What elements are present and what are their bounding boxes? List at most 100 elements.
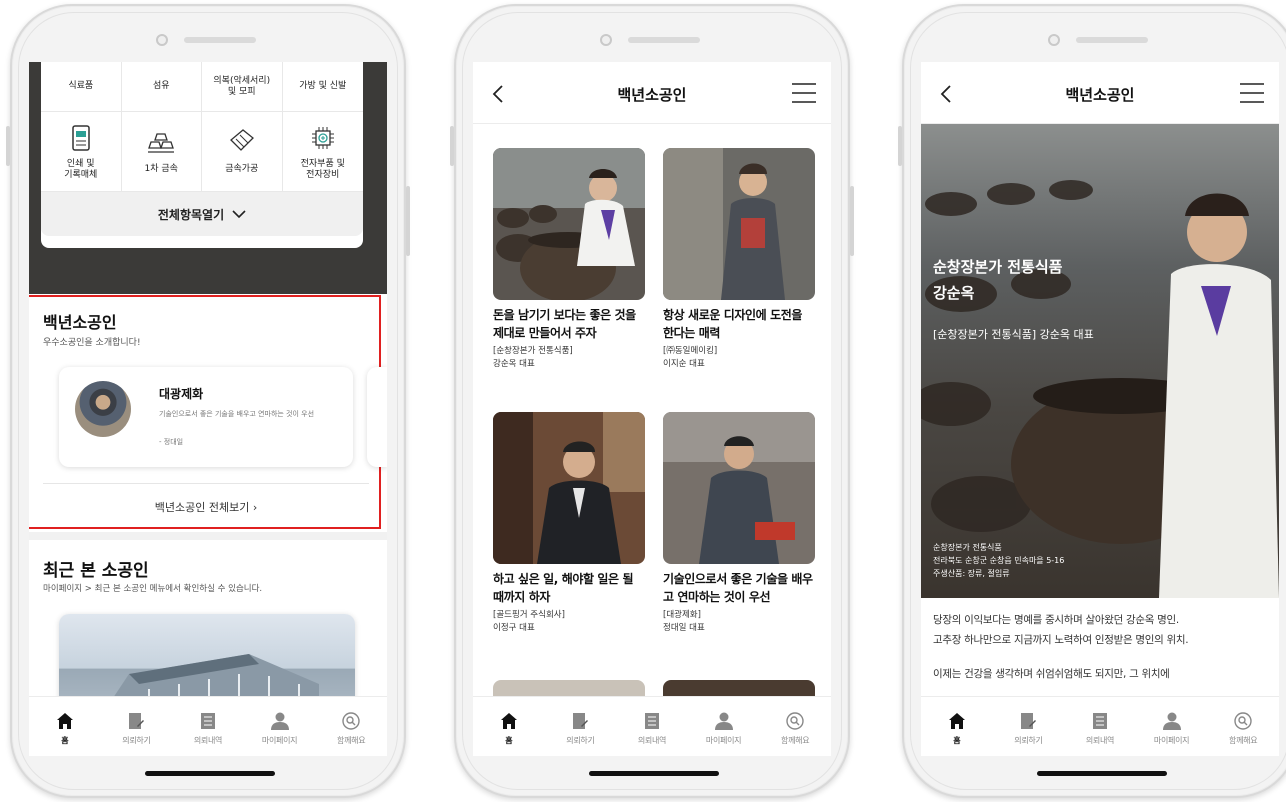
nav-label: 홈 (61, 736, 69, 745)
home-indicator (589, 771, 719, 776)
avatar (75, 381, 131, 437)
craftsman-card[interactable]: 하고 싶은 일, 해야할 일은 될 때까지 하자 [골드핑거 주식회사] 이정구… (493, 412, 645, 633)
side-button (6, 126, 10, 166)
bottom-navigation: 홈 의뢰하기 의뢰내역 마이페이지 함께해요 (921, 696, 1279, 756)
recent-craftsman-card[interactable] (59, 614, 355, 696)
nav-mypage[interactable]: 마이페이지 (1142, 711, 1202, 746)
phone-frame-1: 식료품 섬유 의복(악세서리) 및 모피 가방 및 신발 인쇄 및 기록매체 1… (6, 4, 410, 798)
home-icon (948, 713, 965, 729)
edit-doc-icon (1021, 713, 1037, 729)
nav-request[interactable]: 의뢰하기 (550, 711, 610, 746)
nav-history[interactable]: 의뢰내역 (622, 711, 682, 746)
category-panel: 식료품 섬유 의복(악세서리) 및 모피 가방 및 신발 인쇄 및 기록매체 1… (41, 62, 363, 248)
craftsman-shop: [순창장본가 전통식품] (493, 346, 573, 356)
paragraph-line: 고추장 하나만으로 지금까지 노력하여 인정받은 명인의 위치. (933, 634, 1189, 646)
metal-bars-icon (148, 133, 175, 153)
detail-description: 당장의 이익보다는 명예를 중시하며 살아왔던 강순옥 명인. 고추장 하나만으… (933, 610, 1273, 684)
nav-label: 의뢰하기 (566, 736, 595, 745)
person-icon (1162, 712, 1181, 730)
craftsman-shop: [골드핑거 주식회사] (493, 610, 565, 620)
metal-process-icon (229, 129, 254, 151)
list-doc-icon (200, 713, 215, 729)
nav-label: 의뢰내역 (637, 736, 667, 745)
category-clothing[interactable]: 의복(악세서리) 및 모피 (202, 62, 283, 112)
building-image (114, 654, 319, 696)
home-screen: 식료품 섬유 의복(악세서리) 및 모피 가방 및 신발 인쇄 및 기록매체 1… (29, 62, 387, 696)
nav-home[interactable]: 홈 (479, 711, 539, 746)
nav-label: 함께해요 (781, 736, 810, 745)
craftsman-shop: [㈜동일메이킹] (663, 346, 718, 356)
nav-label: 마이페이지 (1153, 736, 1190, 745)
info-line: 순창장본가 전통식품 (933, 543, 1002, 552)
nav-label: 홈 (505, 736, 513, 745)
recent-subtitle: 마이페이지 > 최근 본 소공인 메뉴에서 확인하실 수 있습니다. (43, 584, 263, 594)
nav-mypage[interactable]: 마이페이지 (694, 711, 754, 746)
menu-icon[interactable] (1239, 82, 1265, 104)
category-food[interactable]: 식료품 (41, 62, 122, 112)
craftsman-card[interactable]: 돈을 남기기 보다는 좋은 것을 제대로 만들어서 주자 [순창장본가 전통식품… (493, 148, 645, 369)
next-card-peek[interactable] (367, 367, 387, 467)
craftsman-card[interactable]: 기술인으로서 좋은 기술을 배우고 연마하는 것이 우선 [대광제화] 정대일 … (663, 412, 815, 633)
category-metal[interactable]: 1차 금속 (121, 112, 202, 192)
nav-mypage[interactable]: 마이페이지 (250, 711, 310, 746)
nav-history[interactable]: 의뢰내역 (1070, 711, 1130, 746)
craftsman-name: 대광제화 (159, 387, 204, 401)
view-all-link[interactable]: 백년소공인 전체보기 › (29, 499, 383, 515)
century-list-screen: 백년소공인 돈을 남기기 보다는 좋은 것을 제대로 만들어서 주자 [순창장본… (473, 62, 831, 696)
list-doc-icon (1092, 713, 1107, 729)
person-icon (714, 712, 733, 730)
nav-request[interactable]: 의뢰하기 (106, 711, 166, 746)
category-print[interactable]: 인쇄 및 기록매체 (41, 112, 122, 192)
nav-label: 마이페이지 (261, 736, 298, 745)
chevron-down-icon (232, 209, 246, 218)
section-title: 백년소공인 (43, 313, 117, 332)
craftsman-person: - 정대일 (159, 438, 184, 446)
bottom-navigation: 홈 의뢰하기 의뢰내역 마이페이지 함께해요 (473, 696, 831, 756)
side-button (898, 126, 902, 166)
craftsman-owner: 정대일 대표 (663, 623, 705, 633)
home-indicator (145, 771, 275, 776)
side-button (406, 186, 410, 256)
century-craftsman-section: 백년소공인 우수소공인을 소개합니다! 대광제화 기술인으로서 좋은 기술을 배… (29, 295, 387, 529)
edit-doc-icon (129, 713, 145, 729)
section-subtitle: 우수소공인을 소개합니다! (43, 338, 141, 348)
nav-label: 의뢰하기 (122, 736, 151, 745)
nav-together[interactable]: 함께해요 (1213, 711, 1273, 746)
hero-subtitle: [순창장본가 전통식품] 강순옥 대표 (933, 328, 1094, 341)
edit-doc-icon (573, 713, 589, 729)
featured-craftsman-card[interactable]: 대광제화 기술인으로서 좋은 기술을 배우고 연마하는 것이 우선 - 정대일 (59, 367, 353, 467)
hero-title: 순창장본가 전통식품 강순옥 (933, 254, 1062, 306)
nav-label: 홈 (953, 736, 961, 745)
bottom-navigation: 홈 의뢰하기 의뢰내역 마이페이지 함께해요 (29, 696, 387, 756)
craftsman-card[interactable]: 항상 새로운 디자인에 도전을 한다는 매력 [㈜동일메이킹] 이지순 대표 (663, 148, 815, 369)
nav-together[interactable]: 함께해요 (321, 711, 381, 746)
nav-home[interactable]: 홈 (35, 711, 95, 746)
open-all-categories-button[interactable]: 전체항목열기 (41, 192, 363, 236)
page-title: 백년소공인 (1065, 86, 1135, 104)
phone-frame-2: 백년소공인 돈을 남기기 보다는 좋은 것을 제대로 만들어서 주자 [순창장본… (450, 4, 854, 798)
nav-home[interactable]: 홈 (927, 711, 987, 746)
chip-icon (311, 126, 334, 149)
category-metal-process[interactable]: 금속가공 (202, 112, 283, 192)
nav-label: 의뢰내역 (1085, 736, 1115, 745)
menu-icon[interactable] (791, 82, 817, 104)
hero-info: 순창장본가 전통식품 전라북도 순창군 순창읍 민속마을 5-16 주생산품: … (933, 541, 1064, 580)
info-line: 전라북도 순창군 순창읍 민속마을 5-16 (933, 556, 1065, 565)
paragraph-line: 이제는 건강을 생각하며 쉬엄쉬엄해도 되지만, 그 위치에 (933, 668, 1170, 680)
hero-title-line: 강순옥 (933, 284, 975, 302)
category-electronics[interactable]: 전자부품 및 전자장비 (282, 112, 363, 192)
nav-together[interactable]: 함께해요 (765, 711, 825, 746)
person-icon (270, 712, 289, 730)
nav-request[interactable]: 의뢰하기 (998, 711, 1058, 746)
phone-notch (600, 34, 710, 46)
phone-notch (156, 34, 266, 46)
home-indicator (1037, 771, 1167, 776)
nav-history[interactable]: 의뢰내역 (178, 711, 238, 746)
nav-label: 마이페이지 (705, 736, 742, 745)
category-textile[interactable]: 섬유 (121, 62, 202, 112)
print-media-icon (72, 124, 90, 151)
nav-label: 의뢰하기 (1014, 736, 1043, 745)
page-title: 백년소공인 (617, 86, 687, 104)
category-bags-shoes[interactable]: 가방 및 신발 (282, 62, 363, 112)
divider (43, 483, 369, 484)
